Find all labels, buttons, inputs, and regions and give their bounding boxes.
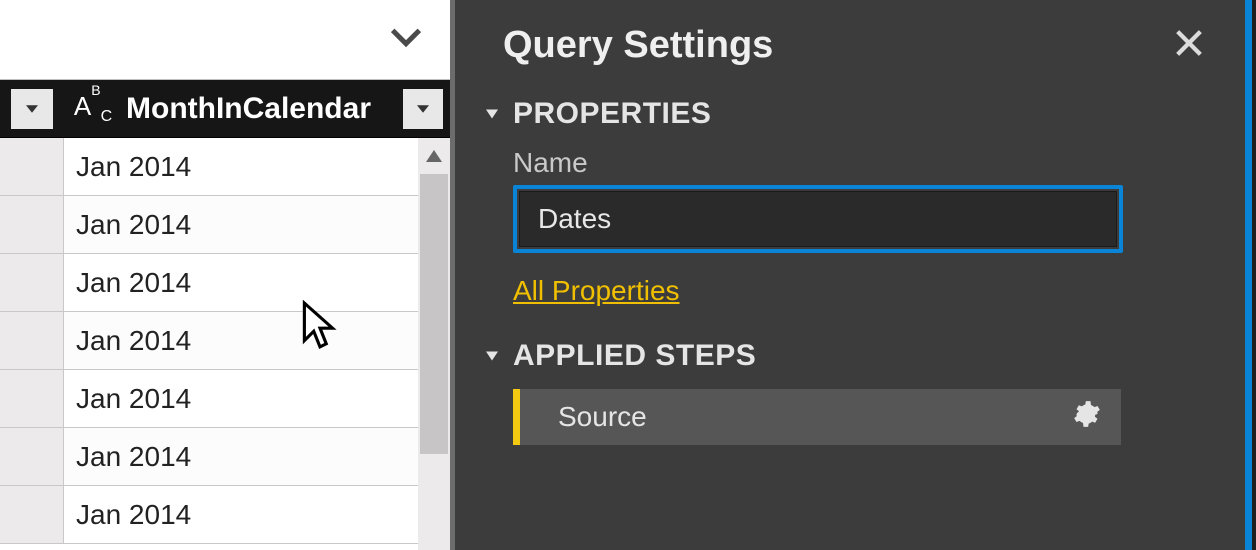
close-icon[interactable] xyxy=(1172,26,1206,65)
data-grid-pane: ABC MonthInCalendar Jan 2014 Jan 2014 Ja… xyxy=(0,0,455,550)
cell[interactable]: Jan 2014 xyxy=(64,196,450,253)
table-row[interactable]: Jan 2014 xyxy=(0,370,450,428)
properties-section-label: PROPERTIES xyxy=(513,97,711,131)
collapse-triangle-icon xyxy=(483,339,501,373)
row-header[interactable] xyxy=(0,428,64,485)
cell[interactable]: Jan 2014 xyxy=(64,254,450,311)
cell[interactable]: Jan 2014 xyxy=(64,428,450,485)
table-row[interactable]: Jan 2014 xyxy=(0,138,450,196)
row-header[interactable] xyxy=(0,370,64,427)
column-header-label[interactable]: MonthInCalendar xyxy=(122,92,396,126)
column-header-row: ABC MonthInCalendar xyxy=(0,80,450,138)
vertical-scrollbar[interactable] xyxy=(418,138,450,550)
properties-section-header[interactable]: PROPERTIES xyxy=(483,97,1206,131)
query-settings-panel: Query Settings PROPERTIES Name All Prope… xyxy=(455,0,1256,550)
panel-title: Query Settings xyxy=(503,24,773,67)
formula-bar[interactable] xyxy=(0,0,450,80)
row-header[interactable] xyxy=(0,254,64,311)
row-header[interactable] xyxy=(0,138,64,195)
table-row[interactable]: Jan 2014 xyxy=(0,312,450,370)
grid-body: Jan 2014 Jan 2014 Jan 2014 Jan 2014 Jan … xyxy=(0,138,450,550)
scroll-up-icon[interactable] xyxy=(418,138,450,174)
gear-icon[interactable] xyxy=(1073,400,1121,435)
cell[interactable]: Jan 2014 xyxy=(64,138,450,195)
applied-steps-section: APPLIED STEPS Source xyxy=(455,339,1252,445)
right-accent-bar xyxy=(1245,0,1252,550)
name-input-wrap xyxy=(513,185,1123,253)
applied-steps-list: Source xyxy=(513,389,1121,445)
table-row[interactable]: Jan 2014 xyxy=(0,196,450,254)
table-row[interactable]: Jan 2014 xyxy=(0,254,450,312)
all-properties-link[interactable]: All Properties xyxy=(513,275,680,306)
step-label: Source xyxy=(520,401,1073,433)
select-all-cell[interactable] xyxy=(0,80,64,137)
table-row[interactable]: Jan 2014 xyxy=(0,486,450,544)
properties-section: PROPERTIES Name All Properties xyxy=(455,97,1252,307)
applied-steps-section-header[interactable]: APPLIED STEPS xyxy=(483,339,1206,373)
name-field-label: Name xyxy=(513,147,1206,179)
step-active-marker xyxy=(513,389,520,445)
row-header[interactable] xyxy=(0,486,64,543)
applied-step-item[interactable]: Source xyxy=(513,389,1121,445)
column-type-icon[interactable]: ABC xyxy=(64,80,122,137)
chevron-down-icon[interactable] xyxy=(386,17,426,62)
cell[interactable]: Jan 2014 xyxy=(64,486,450,543)
cursor-icon xyxy=(300,300,340,355)
cell[interactable]: Jan 2014 xyxy=(64,312,450,369)
row-header[interactable] xyxy=(0,196,64,253)
column-filter-button[interactable] xyxy=(396,80,450,137)
cell[interactable]: Jan 2014 xyxy=(64,370,450,427)
row-header[interactable] xyxy=(0,312,64,369)
collapse-triangle-icon xyxy=(483,97,501,131)
query-name-input[interactable] xyxy=(519,191,1117,247)
scroll-thumb[interactable] xyxy=(420,174,448,454)
table-row[interactable]: Jan 2014 xyxy=(0,428,450,486)
applied-steps-section-label: APPLIED STEPS xyxy=(513,339,756,373)
